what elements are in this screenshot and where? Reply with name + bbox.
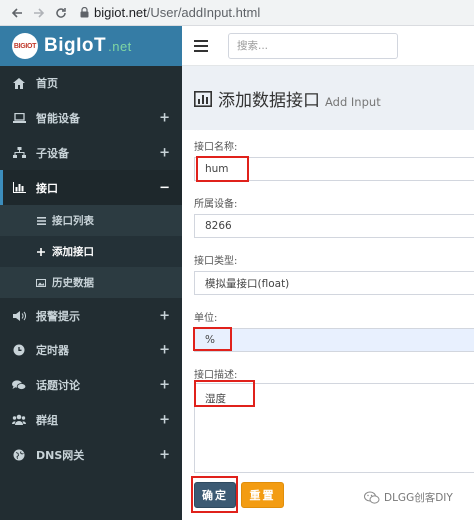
description-label: 接口描述:: [194, 370, 238, 381]
search-input[interactable]: 搜索...: [228, 32, 398, 59]
expand-icon: +: [159, 145, 170, 161]
page-title: 添加数据接口 Add Input: [194, 86, 381, 111]
sidebar-item-label: 定时器: [36, 344, 69, 358]
expand-icon: +: [159, 377, 170, 393]
device-label: 所属设备:: [194, 199, 238, 210]
logo-text: BigIoT .net: [44, 35, 132, 57]
bar-chart-icon: [194, 90, 212, 107]
brand-name: BigIoT: [44, 35, 107, 56]
sidebar-item-label: 群组: [36, 413, 58, 427]
sidebar-item-label: 接口: [36, 181, 58, 195]
type-value: 模拟量接口(float): [205, 277, 290, 290]
clock-icon: [12, 343, 26, 357]
wechat-icon: [364, 491, 380, 504]
unit-label: 单位:: [194, 313, 218, 324]
laptop-icon: [12, 111, 26, 125]
type-select[interactable]: 模拟量接口(float): [194, 271, 474, 295]
sidebar-item-label: 话题讨论: [36, 379, 80, 393]
group-icon: [12, 413, 26, 427]
watermark-text: DLGG创客DIY: [384, 492, 453, 504]
bar-chart-icon: [12, 181, 26, 195]
submenu-item-history[interactable]: 历史数据: [0, 267, 182, 298]
image-icon: [36, 278, 46, 287]
url-text: bigiot.net/User/addInput.html: [94, 5, 260, 20]
type-label: 接口类型:: [194, 256, 238, 267]
forward-button[interactable]: [28, 2, 50, 24]
logo-badge-icon: BIGIOT: [12, 33, 38, 59]
submit-label: 确定: [202, 489, 228, 502]
expand-icon: +: [159, 412, 170, 428]
name-value: hum: [205, 163, 229, 175]
sidebar-item-label: 首页: [36, 77, 58, 91]
page-heading: 添加数据接口: [218, 91, 320, 111]
interfaces-submenu: 接口列表 添加接口 历史数据: [0, 205, 182, 299]
brand-suffix: .net: [108, 39, 132, 54]
description-textarea[interactable]: 湿度: [194, 383, 474, 473]
name-label: 接口名称:: [194, 142, 238, 153]
volume-icon: [12, 309, 26, 323]
search-placeholder: 搜索...: [237, 40, 269, 52]
reset-label: 重置: [249, 489, 276, 502]
expand-icon: +: [159, 308, 170, 324]
sidebar-item-dns-gateway[interactable]: DNS网关 +: [0, 437, 182, 472]
globe-icon: [12, 448, 26, 462]
submenu-item-add-interface[interactable]: 添加接口: [0, 236, 182, 268]
address-bar[interactable]: bigiot.net/User/addInput.html: [78, 3, 260, 23]
sidebar: BIGIOT BigIoT .net 首页 智能设备 + 子设备 + 接口 − 接…: [0, 26, 182, 520]
name-input[interactable]: hum: [194, 157, 474, 181]
unit-input[interactable]: %: [194, 328, 474, 352]
sidebar-item-label: 智能设备: [36, 112, 80, 126]
device-select[interactable]: 8266: [194, 214, 474, 238]
sidebar-item-interfaces[interactable]: 接口 −: [0, 170, 182, 206]
lock-icon: [78, 6, 90, 20]
reload-icon: [56, 7, 66, 18]
reload-button[interactable]: [50, 2, 72, 24]
submenu-item-label: 历史数据: [52, 277, 94, 290]
collapse-icon: −: [159, 180, 170, 196]
sidebar-item-topics[interactable]: 话题讨论 +: [0, 368, 182, 403]
browser-toolbar: bigiot.net/User/addInput.html: [0, 0, 474, 26]
watermark: DLGG创客DIY: [364, 490, 453, 505]
expand-icon: +: [159, 447, 170, 463]
submenu-item-label: 接口列表: [52, 215, 94, 228]
menu-toggle-icon[interactable]: [194, 39, 208, 52]
arrow-left-icon: [11, 7, 22, 18]
sidebar-item-label: 报警提示: [36, 309, 80, 323]
reset-button[interactable]: 重置: [241, 482, 284, 508]
device-value: 8266: [205, 220, 232, 232]
description-value: 湿度: [205, 393, 226, 405]
main-content: 添加数据接口 Add Input 接口名称: hum 所属设备: 8266 接口…: [182, 66, 474, 520]
sidebar-item-label: DNS网关: [36, 448, 85, 462]
list-icon: [36, 216, 46, 225]
page-subheading: Add Input: [325, 95, 381, 109]
submit-button[interactable]: 确定: [194, 482, 236, 508]
sidebar-item-subdevices[interactable]: 子设备 +: [0, 136, 182, 171]
top-header: 搜索...: [182, 26, 474, 66]
url-host: bigiot.net: [94, 5, 147, 20]
sidebar-item-timers[interactable]: 定时器 +: [0, 333, 182, 368]
sitemap-icon: [12, 146, 26, 160]
url-path: /User/addInput.html: [146, 5, 261, 20]
sidebar-item-label: 子设备: [36, 146, 69, 160]
unit-value: %: [205, 334, 215, 346]
submenu-item-label: 添加接口: [52, 246, 94, 259]
sidebar-item-devices[interactable]: 智能设备 +: [0, 101, 182, 136]
sidebar-item-home[interactable]: 首页: [0, 66, 182, 101]
sidebar-item-groups[interactable]: 群组 +: [0, 403, 182, 438]
comments-icon: [12, 378, 26, 392]
plus-icon: [36, 247, 46, 256]
logo-badge-text: BIGIOT: [13, 42, 37, 50]
add-input-form: 接口名称: hum 所属设备: 8266 接口类型: 模拟量接口(float) …: [182, 130, 474, 520]
arrow-right-icon: [34, 7, 45, 18]
back-button[interactable]: [6, 2, 28, 24]
expand-icon: +: [159, 342, 170, 358]
home-icon: [12, 76, 26, 90]
submenu-item-interface-list[interactable]: 接口列表: [0, 205, 182, 236]
expand-icon: +: [159, 110, 170, 126]
sidebar-item-alarms[interactable]: 报警提示 +: [0, 298, 182, 333]
logo[interactable]: BIGIOT BigIoT .net: [0, 26, 182, 66]
